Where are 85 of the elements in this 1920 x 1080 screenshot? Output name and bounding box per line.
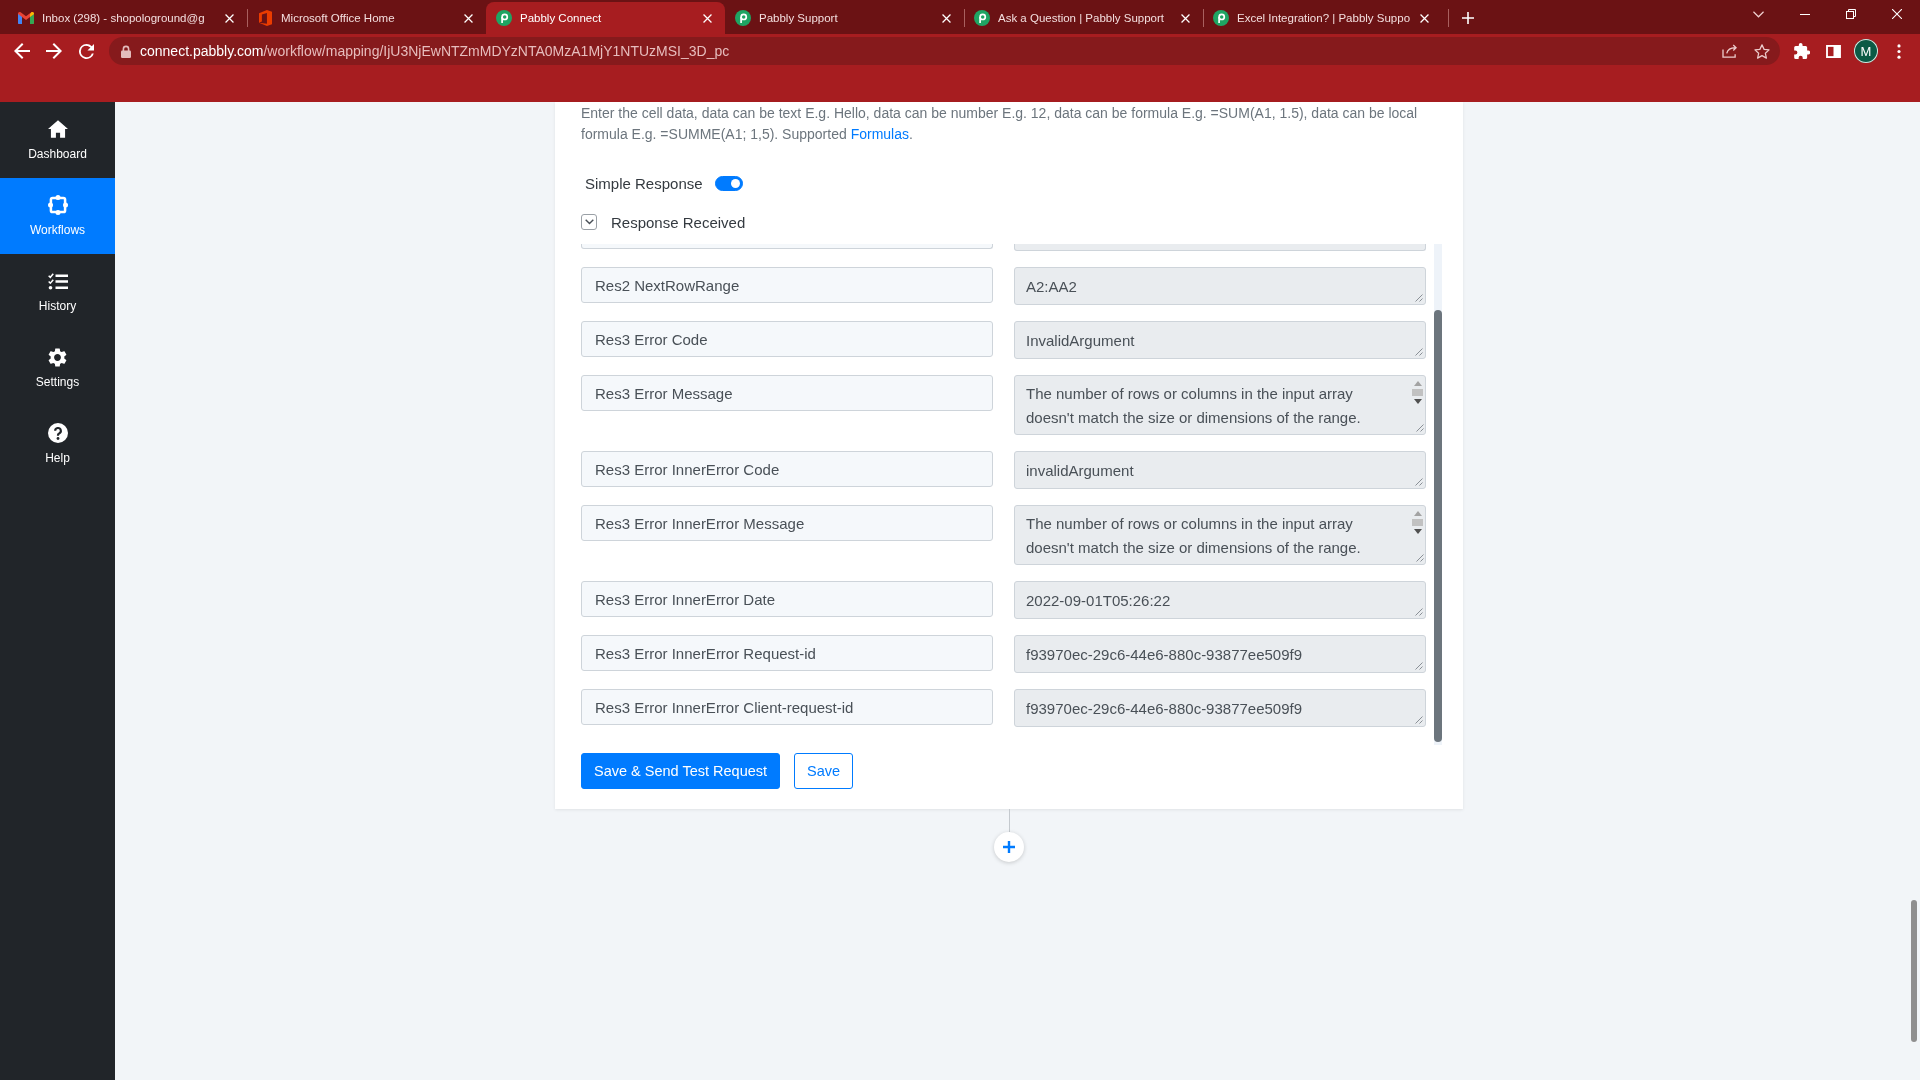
home-icon xyxy=(47,120,68,138)
expand-toggle[interactable] xyxy=(581,214,597,230)
back-arrow-icon[interactable] xyxy=(14,43,30,59)
label-field[interactable]: Res2 NextRowRange xyxy=(581,267,993,303)
send-test-button[interactable]: Save & Send Test Request xyxy=(581,753,781,789)
lock-icon[interactable] xyxy=(121,44,131,58)
profile-avatar[interactable]: M xyxy=(1854,39,1878,63)
resize-grip-icon[interactable] xyxy=(1415,662,1423,670)
label-field[interactable] xyxy=(581,244,993,249)
resize-grip-icon[interactable] xyxy=(1416,424,1424,432)
sidebar-item[interactable]: Settings xyxy=(0,330,115,406)
browser-tab[interactable]: Pabbly Connect xyxy=(486,2,725,34)
down-arrow-icon[interactable] xyxy=(1413,399,1422,404)
label-field[interactable]: Res3 Error InnerError Code xyxy=(581,451,993,487)
label-field[interactable]: Res3 Error InnerError Date xyxy=(581,581,993,617)
label-field[interactable]: Res3 Error Message xyxy=(581,375,993,411)
close-icon[interactable] xyxy=(1419,13,1429,23)
value-field[interactable] xyxy=(1014,244,1426,251)
toggle-label: Simple Response xyxy=(585,174,703,192)
add-step-button[interactable] xyxy=(994,832,1024,862)
close-icon[interactable] xyxy=(224,13,234,23)
app-logo-icon xyxy=(258,10,272,26)
label-field[interactable]: Res3 Error InnerError Message xyxy=(581,505,993,541)
circle-logo-icon xyxy=(496,10,512,26)
value-field[interactable]: f93970ec-29c6-44e6-880c-93877ee509f9 xyxy=(1014,635,1426,673)
side-panel-icon[interactable] xyxy=(1825,44,1841,58)
address-bar[interactable]: connect.pabbly.com/workflow/mapping/IjU3NjEwNTZmMDYzNTA0MzA1MjY1NTUzMSI_3D_pc xyxy=(109,37,1780,65)
help-icon xyxy=(47,423,68,443)
value-textarea[interactable]: The number of rows or columns in the input array doesn't match the size or dimensions of the range. xyxy=(1014,505,1426,565)
value-field[interactable]: 2022-09-01T05:26:22 xyxy=(1014,581,1426,619)
url-text[interactable]: connect.pabbly.com/workflow/mapping/IjU3NjEwNTZmMDYzNTA0MzA1MjY1NTUzMSI_3D_pc xyxy=(140,43,730,59)
close-icon[interactable] xyxy=(702,13,712,23)
resize-grip-icon[interactable] xyxy=(1416,554,1424,562)
connector-line xyxy=(1008,809,1010,832)
close-icon[interactable] xyxy=(1892,9,1902,19)
toggle-switch[interactable] xyxy=(714,175,743,191)
resize-grip-icon[interactable] xyxy=(1415,608,1423,616)
share-icon[interactable] xyxy=(1722,44,1738,58)
plus-icon xyxy=(1003,841,1015,853)
plus-icon[interactable] xyxy=(1462,12,1474,24)
mail-icon xyxy=(18,12,34,24)
label-field[interactable]: Res3 Error InnerError Request-id xyxy=(581,635,993,671)
chevron-down-icon xyxy=(584,219,594,225)
resize-grip-icon[interactable] xyxy=(1415,294,1423,302)
checklist-icon xyxy=(47,272,68,290)
section-label: Response Received xyxy=(611,213,746,231)
star-icon[interactable] xyxy=(1754,43,1770,59)
sidebar-item[interactable]: History xyxy=(0,254,115,330)
reload-icon[interactable] xyxy=(78,43,94,59)
sidebar-item[interactable]: Dashboard xyxy=(0,102,115,178)
sidebar-item[interactable]: Workflows xyxy=(0,178,115,254)
value-textarea[interactable]: The number of rows or columns in the input array doesn't match the size or dimensions of the range. xyxy=(1014,375,1426,435)
chevron-down-icon[interactable] xyxy=(1752,10,1764,18)
resize-grip-icon[interactable] xyxy=(1415,716,1423,724)
nodes-icon xyxy=(47,195,68,215)
minimize-icon[interactable] xyxy=(1800,13,1810,15)
circle-logo-icon xyxy=(1213,10,1229,26)
scrollbar-thumb[interactable] xyxy=(1412,519,1423,526)
value-field[interactable]: InvalidArgument xyxy=(1014,321,1426,359)
browser-tab[interactable]: Inbox (298) - shopologround@g xyxy=(8,2,247,34)
browser-tab[interactable]: Pabbly Support xyxy=(725,2,964,34)
more-options-icon[interactable] xyxy=(1897,43,1901,59)
save-button[interactable]: Save xyxy=(794,753,854,789)
resize-grip-icon[interactable] xyxy=(1415,348,1423,356)
label-field[interactable]: Res3 Error InnerError Client-request-id xyxy=(581,689,993,725)
value-field[interactable]: invalidArgument xyxy=(1014,451,1426,489)
circle-logo-icon xyxy=(735,10,751,26)
close-icon[interactable] xyxy=(463,13,473,23)
help-text: Enter the cell data, data can be text E.g. Hello, data can be number E.g. 12, data can be formula E.g. =SUM(A1, 1.5), data can be local formula E.g. =SUMME(A1; 1,5). Supported Formulas. xyxy=(581,104,1419,144)
circle-logo-icon xyxy=(974,10,990,26)
down-arrow-icon[interactable] xyxy=(1413,529,1422,534)
scrollbar-thumb[interactable] xyxy=(1412,389,1423,396)
settings-icon xyxy=(48,347,67,367)
resize-grip-icon[interactable] xyxy=(1415,478,1423,486)
formulas-link[interactable]: Formulas xyxy=(850,126,909,142)
forward-arrow-icon[interactable] xyxy=(46,43,62,59)
sidebar-item[interactable]: Help xyxy=(0,406,115,482)
close-icon[interactable] xyxy=(941,13,951,23)
value-field[interactable]: f93970ec-29c6-44e6-880c-93877ee509f9 xyxy=(1014,689,1426,727)
close-icon[interactable] xyxy=(1180,13,1190,23)
page-scrollbar-thumb[interactable] xyxy=(1911,900,1917,1042)
puzzle-icon[interactable] xyxy=(1794,43,1810,59)
value-field[interactable]: A2:AA2 xyxy=(1014,267,1426,305)
restore-icon[interactable] xyxy=(1846,9,1856,19)
label-field[interactable]: Res3 Error Code xyxy=(581,321,993,357)
